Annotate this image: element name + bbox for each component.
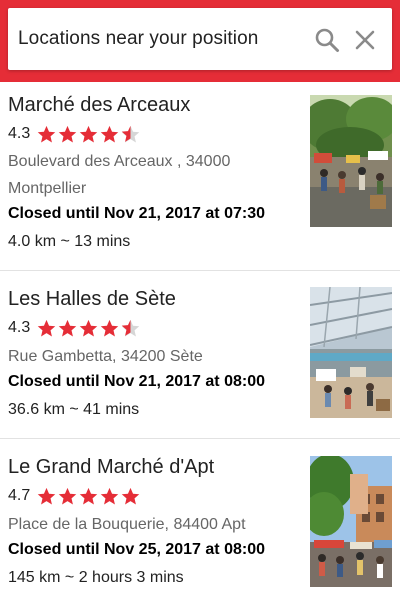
star-rating [36,124,141,145]
star-icon [78,318,99,339]
place-address: Place de la Bouquerie, 84400 Apt [8,516,246,533]
rating-value: 4.3 [8,125,31,142]
star-icon [36,486,57,507]
distance-duration: 36.6 km ~ 41 mins [8,401,140,418]
place-thumbnail[interactable] [310,95,392,227]
distance-duration: 145 km ~ 2 hours 3 mins [8,569,184,586]
star-half-icon [120,318,141,339]
star-icon [36,124,57,145]
opening-hours: Closed until Nov 21, 2017 at 07:30 [8,205,265,222]
star-half-icon [120,124,141,145]
list-item[interactable]: Les Halles de Sète 4.3 Rue Gambetta, 342… [0,271,400,439]
star-icon [78,124,99,145]
star-rating [36,318,141,339]
place-address: Boulevard des Arceaux , 34000 Montpellie… [8,153,231,197]
place-name[interactable]: Marché des Arceaux [8,94,190,117]
star-icon [99,486,120,507]
rating-row: 4.3 [8,123,141,145]
distance-duration: 4.0 km ~ 13 mins [8,233,131,250]
close-icon[interactable] [351,26,379,54]
star-icon [57,124,78,145]
star-icon [99,318,120,339]
star-icon [78,486,99,507]
place-thumbnail[interactable] [310,287,392,418]
search-box[interactable]: Locations near your position [8,8,392,70]
place-name[interactable]: Les Halles de Sète [8,288,176,311]
place-address: Rue Gambetta, 34200 Sète [8,348,203,365]
place-thumbnail[interactable] [310,456,392,587]
star-rating [36,486,141,507]
search-query-text[interactable]: Locations near your position [18,28,258,50]
list-item[interactable]: Le Grand Marché d'Apt 4.7 Place de la Bo… [0,439,400,593]
top-bar: Locations near your position [0,0,400,82]
rating-row: 4.7 [8,485,141,507]
rating-value: 4.3 [8,319,31,336]
rating-value: 4.7 [8,487,31,504]
star-icon [36,318,57,339]
opening-hours: Closed until Nov 21, 2017 at 08:00 [8,373,265,390]
star-icon [120,486,141,507]
results-list: Marché des Arceaux 4.3 Boulevard des Arc… [0,82,400,593]
star-icon [57,486,78,507]
star-icon [99,124,120,145]
opening-hours: Closed until Nov 25, 2017 at 08:00 [8,541,265,558]
search-icon[interactable] [313,26,341,54]
star-icon [57,318,78,339]
list-item[interactable]: Marché des Arceaux 4.3 Boulevard des Arc… [0,82,400,271]
place-name[interactable]: Le Grand Marché d'Apt [8,456,214,479]
rating-row: 4.3 [8,317,141,339]
